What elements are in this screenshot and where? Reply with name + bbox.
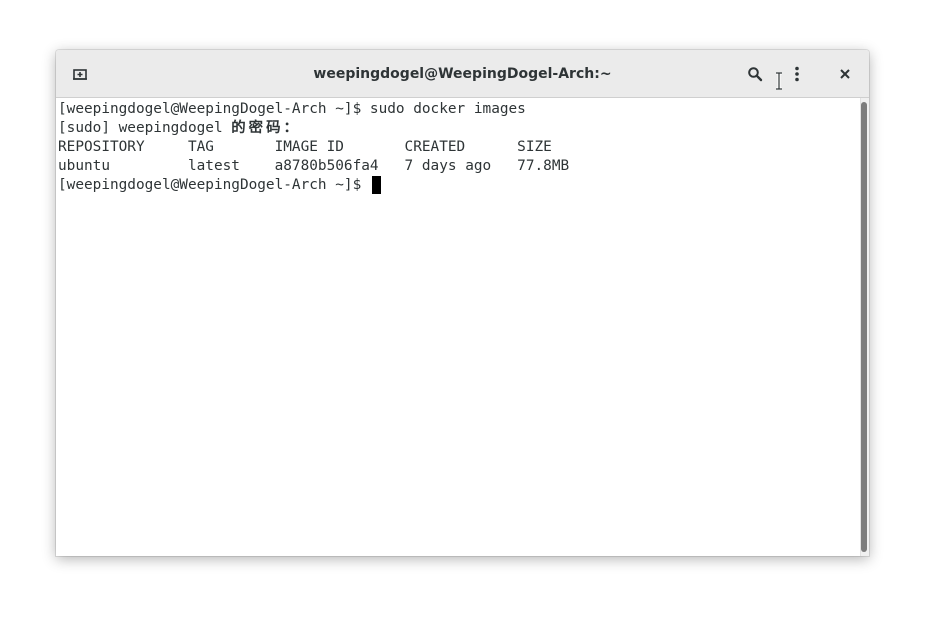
terminal-window: weepingdogel@WeepingDogel-Arch:~ [weepin… xyxy=(56,50,869,556)
terminal-line: [weepingdogel@WeepingDogel-Arch ~]$ xyxy=(58,176,860,195)
sudo-prompt-prefix: [sudo] weepingdogel xyxy=(58,120,232,136)
new-tab-icon xyxy=(72,66,88,82)
close-icon xyxy=(837,66,853,82)
sudo-password-label: 的密码： xyxy=(231,120,301,136)
close-button[interactable] xyxy=(831,60,859,88)
menu-button[interactable] xyxy=(783,60,811,88)
kebab-menu-icon xyxy=(789,66,805,82)
scrollbar-thumb[interactable] xyxy=(861,102,867,552)
terminal-line: ubuntu latest a8780b506fa4 7 days ago 77… xyxy=(58,158,570,174)
terminal-line: [sudo] weepingdogel 的密码： xyxy=(58,119,860,138)
search-button[interactable] xyxy=(741,60,769,88)
text-cursor-icon xyxy=(775,71,783,91)
search-icon xyxy=(747,66,763,82)
terminal-output[interactable]: [weepingdogel@WeepingDogel-Arch ~]$ sudo… xyxy=(56,98,860,556)
header-bar[interactable]: weepingdogel@WeepingDogel-Arch:~ xyxy=(56,50,869,98)
new-tab-button[interactable] xyxy=(66,60,94,88)
terminal-line: REPOSITORY TAG IMAGE ID CREATED SIZE xyxy=(58,139,552,155)
shell-prompt: [weepingdogel@WeepingDogel-Arch ~]$ xyxy=(58,177,370,193)
terminal-line: [weepingdogel@WeepingDogel-Arch ~]$ sudo… xyxy=(58,101,526,117)
terminal-cursor xyxy=(371,176,381,194)
